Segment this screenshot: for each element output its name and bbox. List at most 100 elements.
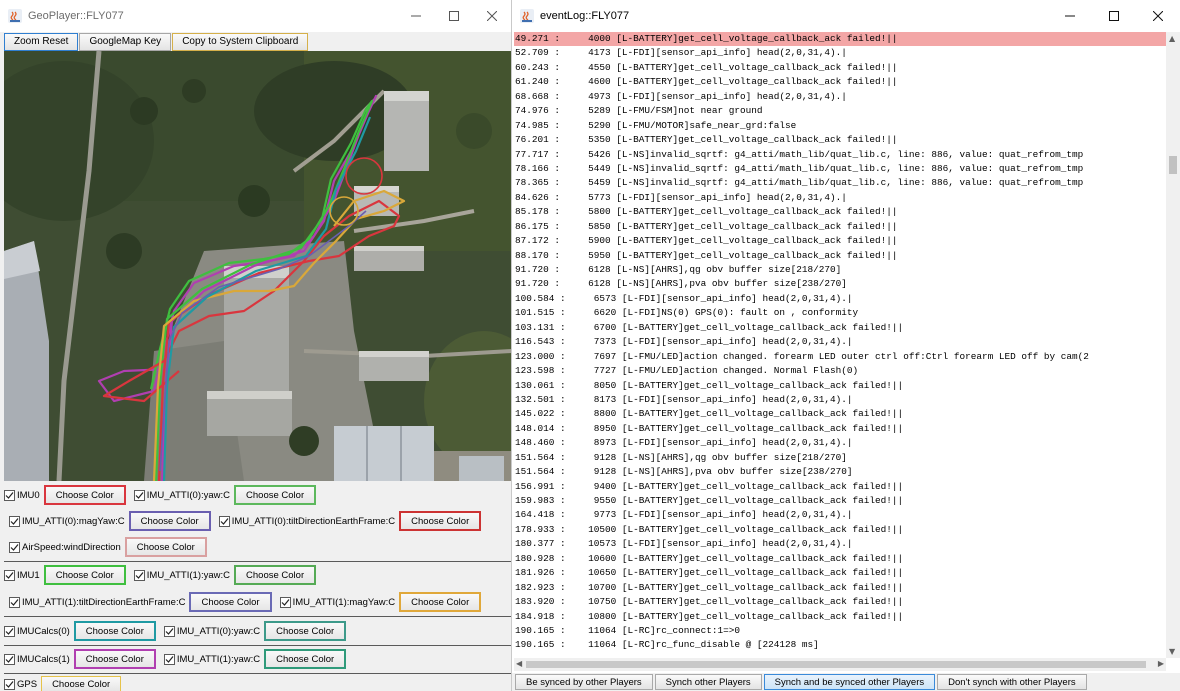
vertical-scrollbar[interactable]: ▲ ▼ <box>1166 32 1180 658</box>
log-entry[interactable]: 78.166 : 5449 [L-NS]invalid_sqrtf: g4_at… <box>514 162 1166 176</box>
log-entry[interactable]: 78.365 : 5459 [L-NS]invalid_sqrtf: g4_at… <box>514 176 1166 190</box>
imu-atti0-magyaw-choose-color-button[interactable]: Choose Color <box>128 511 211 531</box>
log-entry[interactable]: 87.172 : 5900 [L-BATTERY]get_cell_voltag… <box>514 234 1166 248</box>
satellite-map[interactable] <box>4 51 511 481</box>
log-entry[interactable]: 148.460 : 8973 [L-FDI][sensor_api_info] … <box>514 436 1166 450</box>
dont-synch-button[interactable]: Don't synch with other Players <box>937 674 1087 690</box>
imucalcs0-yaw-label: IMU_ATTI(0):yaw:C <box>176 625 261 637</box>
log-entry[interactable]: 60.243 : 4550 [L-BATTERY]get_cell_voltag… <box>514 61 1166 75</box>
copy-to-clipboard-button[interactable]: Copy to System Clipboard <box>172 32 309 51</box>
airspeed-wind-choose-color-button[interactable]: Choose Color <box>124 537 207 557</box>
horizontal-scrollbar[interactable]: ◀ ▶ <box>514 658 1166 671</box>
log-entry[interactable]: 85.178 : 5800 [L-BATTERY]get_cell_voltag… <box>514 205 1166 219</box>
log-entry[interactable]: 91.720 : 6128 [L-NS][AHRS],qg obv buffer… <box>514 263 1166 277</box>
imu-atti0-tilt-checkbox[interactable] <box>218 515 230 527</box>
imucalcs0-yaw-checkbox[interactable] <box>163 625 175 637</box>
log-entry[interactable]: 178.933 : 10500 [L-BATTERY]get_cell_volt… <box>514 523 1166 537</box>
log-entry[interactable]: 183.920 : 10750 [L-BATTERY]get_cell_volt… <box>514 595 1166 609</box>
log-entry[interactable]: 180.377 : 10573 [L-FDI][sensor_api_info]… <box>514 537 1166 551</box>
imu-atti1-magyaw-checkbox[interactable] <box>279 596 291 608</box>
maximize-icon[interactable] <box>1092 0 1136 32</box>
java-app-icon <box>520 9 534 23</box>
log-entry[interactable]: 130.061 : 8050 [L-BATTERY]get_cell_volta… <box>514 379 1166 393</box>
synch-other-button[interactable]: Synch other Players <box>654 674 762 690</box>
imucalcs1-yaw-choose-color-button[interactable]: Choose Color <box>264 649 347 669</box>
log-entry[interactable]: 180.928 : 10600 [L-BATTERY]get_cell_volt… <box>514 552 1166 566</box>
event-log-list[interactable]: 49.271 : 4000 [L-BATTERY]get_cell_voltag… <box>514 32 1166 658</box>
imu-atti1-tilt-checkbox[interactable] <box>9 596 20 608</box>
imu-atti0-yaw-choose-color-button[interactable]: Choose Color <box>234 485 317 505</box>
log-entry[interactable]: 123.000 : 7697 [L-FMU/LED]action changed… <box>514 350 1166 364</box>
close-icon[interactable] <box>473 0 511 32</box>
log-entry[interactable]: 49.271 : 4000 [L-BATTERY]get_cell_voltag… <box>514 32 1166 47</box>
legend-row: IMU0 Choose Color IMU_ATTI(0):yaw:C Choo… <box>4 485 511 505</box>
airspeed-wind-checkbox[interactable] <box>9 541 20 553</box>
scroll-down-icon[interactable]: ▼ <box>1169 647 1175 656</box>
close-icon[interactable] <box>1136 0 1180 32</box>
log-entry[interactable]: 103.131 : 6700 [L-BATTERY]get_cell_volta… <box>514 321 1166 335</box>
log-entry[interactable]: 164.418 : 9773 [L-FDI][sensor_api_info] … <box>514 508 1166 522</box>
log-entry[interactable]: 74.976 : 5289 [L-FMU/FSM]not near ground <box>514 104 1166 118</box>
geoplayer-titlebar[interactable]: GeoPlayer::FLY077 <box>0 0 511 32</box>
imucalcs1-checkbox[interactable] <box>4 653 15 665</box>
log-entry[interactable]: 68.668 : 4973 [L-FDI][sensor_api_info] h… <box>514 90 1166 104</box>
horizontal-scroll-thumb[interactable] <box>526 661 1146 668</box>
imu-atti0-magyaw-checkbox[interactable] <box>9 515 20 527</box>
imu-atti0-yaw-checkbox[interactable] <box>133 489 145 501</box>
log-entry[interactable]: 86.175 : 5850 [L-BATTERY]get_cell_voltag… <box>514 220 1166 234</box>
log-entry[interactable]: 52.709 : 4173 [L-FDI][sensor_api_info] h… <box>514 46 1166 60</box>
log-entry[interactable]: 151.564 : 9128 [L-NS][AHRS],pva obv buff… <box>514 465 1166 479</box>
imu0-choose-color-button[interactable]: Choose Color <box>43 485 126 505</box>
scroll-up-icon[interactable]: ▲ <box>1169 34 1175 43</box>
log-entry[interactable]: 145.022 : 8800 [L-BATTERY]get_cell_volta… <box>514 407 1166 421</box>
imucalcs0-choose-color-button[interactable]: Choose Color <box>73 621 156 641</box>
imu-atti0-tilt-choose-color-button[interactable]: Choose Color <box>399 511 482 531</box>
imu1-choose-color-button[interactable]: Choose Color <box>43 565 126 585</box>
minimize-icon[interactable] <box>1048 0 1092 32</box>
log-entry[interactable]: 184.918 : 10800 [L-BATTERY]get_cell_volt… <box>514 610 1166 624</box>
imu-atti1-yaw-checkbox[interactable] <box>133 569 145 581</box>
log-entry[interactable]: 181.926 : 10650 [L-BATTERY]get_cell_volt… <box>514 566 1166 580</box>
scroll-left-icon[interactable]: ◀ <box>516 659 522 668</box>
log-entry[interactable]: 132.501 : 8173 [L-FDI][sensor_api_info] … <box>514 393 1166 407</box>
log-entry[interactable]: 100.584 : 6573 [L-FDI][sensor_api_info] … <box>514 292 1166 306</box>
log-entry[interactable]: 182.923 : 10700 [L-BATTERY]get_cell_volt… <box>514 581 1166 595</box>
log-entry[interactable]: 61.240 : 4600 [L-BATTERY]get_cell_voltag… <box>514 75 1166 89</box>
log-entry[interactable]: 76.201 : 5350 [L-BATTERY]get_cell_voltag… <box>514 133 1166 147</box>
log-entry[interactable]: 148.014 : 8950 [L-BATTERY]get_cell_volta… <box>514 422 1166 436</box>
log-entry[interactable]: 77.717 : 5426 [L-NS]invalid_sqrtf: g4_at… <box>514 148 1166 162</box>
log-entry[interactable]: 159.983 : 9550 [L-BATTERY]get_cell_volta… <box>514 494 1166 508</box>
synch-and-be-synced-button[interactable]: Synch and be synced other Players <box>763 674 936 690</box>
imucalcs1-yaw-checkbox[interactable] <box>163 653 175 665</box>
log-entry[interactable]: 116.543 : 7373 [L-FDI][sensor_api_info] … <box>514 335 1166 349</box>
imucalcs1-choose-color-button[interactable]: Choose Color <box>73 649 156 669</box>
log-entry[interactable]: 74.985 : 5290 [L-FMU/MOTOR]safe_near_grd… <box>514 119 1166 133</box>
imu-atti1-magyaw-choose-color-button[interactable]: Choose Color <box>399 592 482 612</box>
log-entry[interactable]: 101.515 : 6620 [L-FDI]NS(0) GPS(0): faul… <box>514 306 1166 320</box>
imu0-checkbox[interactable] <box>4 489 15 501</box>
imucalcs0-yaw-choose-color-button[interactable]: Choose Color <box>264 621 347 641</box>
gps-choose-color-button[interactable]: Choose Color <box>41 676 122 691</box>
imu1-checkbox[interactable] <box>4 569 15 581</box>
maximize-icon[interactable] <box>435 0 473 32</box>
log-entry[interactable]: 151.564 : 9128 [L-NS][AHRS],qg obv buffe… <box>514 451 1166 465</box>
imucalcs0-checkbox[interactable] <box>4 625 15 637</box>
log-entry[interactable]: 190.165 : 11064 [L-RC]rc_func_disable @ … <box>514 638 1166 652</box>
zoom-reset-button[interactable]: Zoom Reset <box>4 32 79 51</box>
log-entry[interactable]: 91.720 : 6128 [L-NS][AHRS],pva obv buffe… <box>514 277 1166 291</box>
imu-atti1-yaw-choose-color-button[interactable]: Choose Color <box>234 565 317 585</box>
vertical-scroll-thumb[interactable] <box>1169 156 1177 174</box>
log-entry[interactable]: 88.170 : 5950 [L-BATTERY]get_cell_voltag… <box>514 249 1166 263</box>
scroll-right-icon[interactable]: ▶ <box>1158 659 1164 668</box>
eventlog-titlebar[interactable]: eventLog::FLY077 <box>512 0 1180 32</box>
log-entry[interactable]: 123.598 : 7727 [L-FMU/LED]action changed… <box>514 364 1166 378</box>
googlemap-key-button[interactable]: GoogleMap Key <box>79 32 172 51</box>
log-entry[interactable]: 190.165 : 11064 [L-RC]rc_connect:1=>0 <box>514 624 1166 638</box>
log-entry[interactable]: 84.626 : 5773 [L-FDI][sensor_api_info] h… <box>514 191 1166 205</box>
minimize-icon[interactable] <box>397 0 435 32</box>
log-entry[interactable]: 156.991 : 9400 [L-BATTERY]get_cell_volta… <box>514 480 1166 494</box>
imu-atti1-tilt-choose-color-button[interactable]: Choose Color <box>189 592 272 612</box>
gps-checkbox[interactable] <box>4 678 15 690</box>
imucalcs1-yaw-label: IMU_ATTI(1):yaw:C <box>176 653 261 665</box>
be-synced-button[interactable]: Be synced by other Players <box>515 674 653 690</box>
